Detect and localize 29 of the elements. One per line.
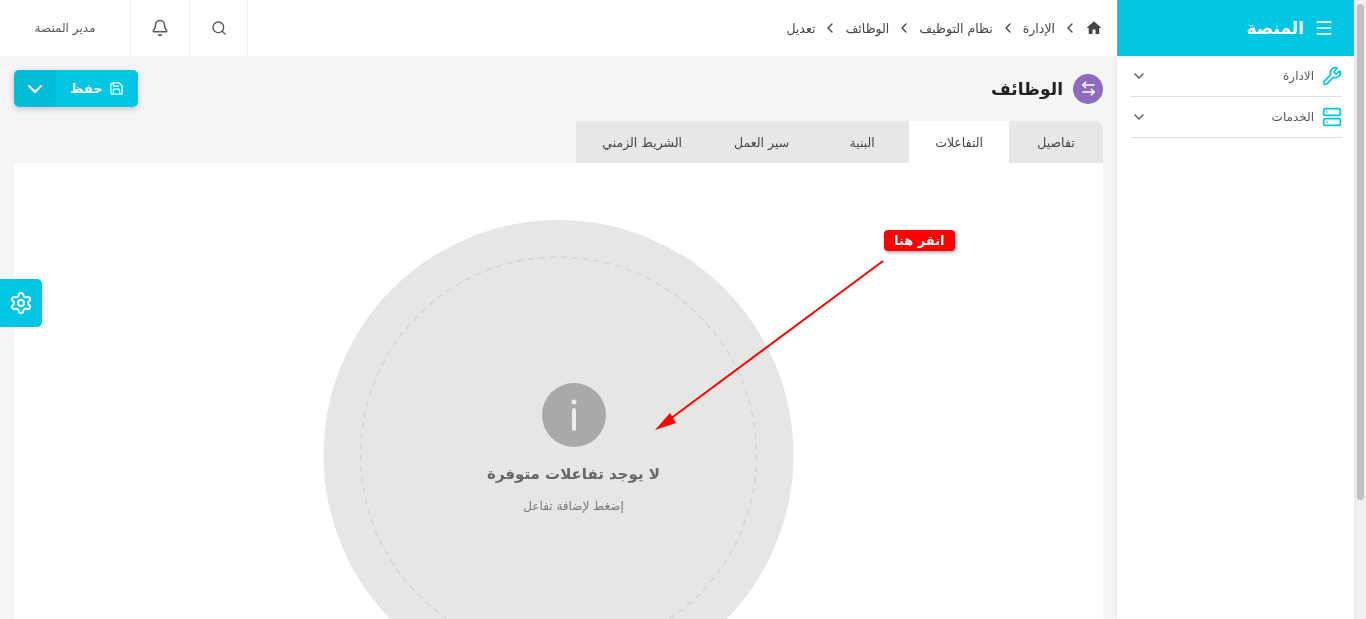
tab[interactable]: البنية [815,121,910,163]
tab[interactable]: التفاعلات [909,121,1009,163]
page-title: الوظائف [990,78,1063,99]
scrollbar[interactable] [1354,0,1366,619]
chevron-icon [28,84,42,93]
save-icon [108,81,124,96]
breadcrumb-link[interactable]: الإدارة [1022,20,1055,36]
breadcrumb-link[interactable]: الوظائف [845,20,890,36]
bell-icon [151,19,169,37]
swap-arrows-icon [1073,73,1103,104]
tab[interactable]: سير العمل [708,121,816,163]
search-icon [210,20,227,36]
sidebar-title: المنصة [1246,18,1304,38]
save-options-button[interactable] [14,70,56,107]
tab[interactable]: تفاصيل [1009,121,1103,163]
settings-icon [9,291,33,315]
empty-state-title: لا يوجد تفاعلات متوفرة [487,465,660,483]
annotation-label: انقر هنا [884,230,955,251]
breadcrumb-link[interactable]: نظام التوظيف [919,20,993,36]
server-icon [1322,107,1342,127]
sidebar-item[interactable]: الادارة [1131,56,1342,97]
breadcrumb-link[interactable]: تعديل [786,20,816,36]
menu-icon[interactable] [1314,18,1334,38]
settings-button[interactable] [0,279,42,327]
sidebar-item[interactable]: الخدمات [1131,97,1342,138]
empty-state-hint[interactable]: إضغط لإضافة تفاعل [523,499,624,513]
wrench-icon [1322,66,1342,86]
home-icon[interactable] [1085,19,1103,37]
tab[interactable]: الشريط الزمني [576,121,708,163]
